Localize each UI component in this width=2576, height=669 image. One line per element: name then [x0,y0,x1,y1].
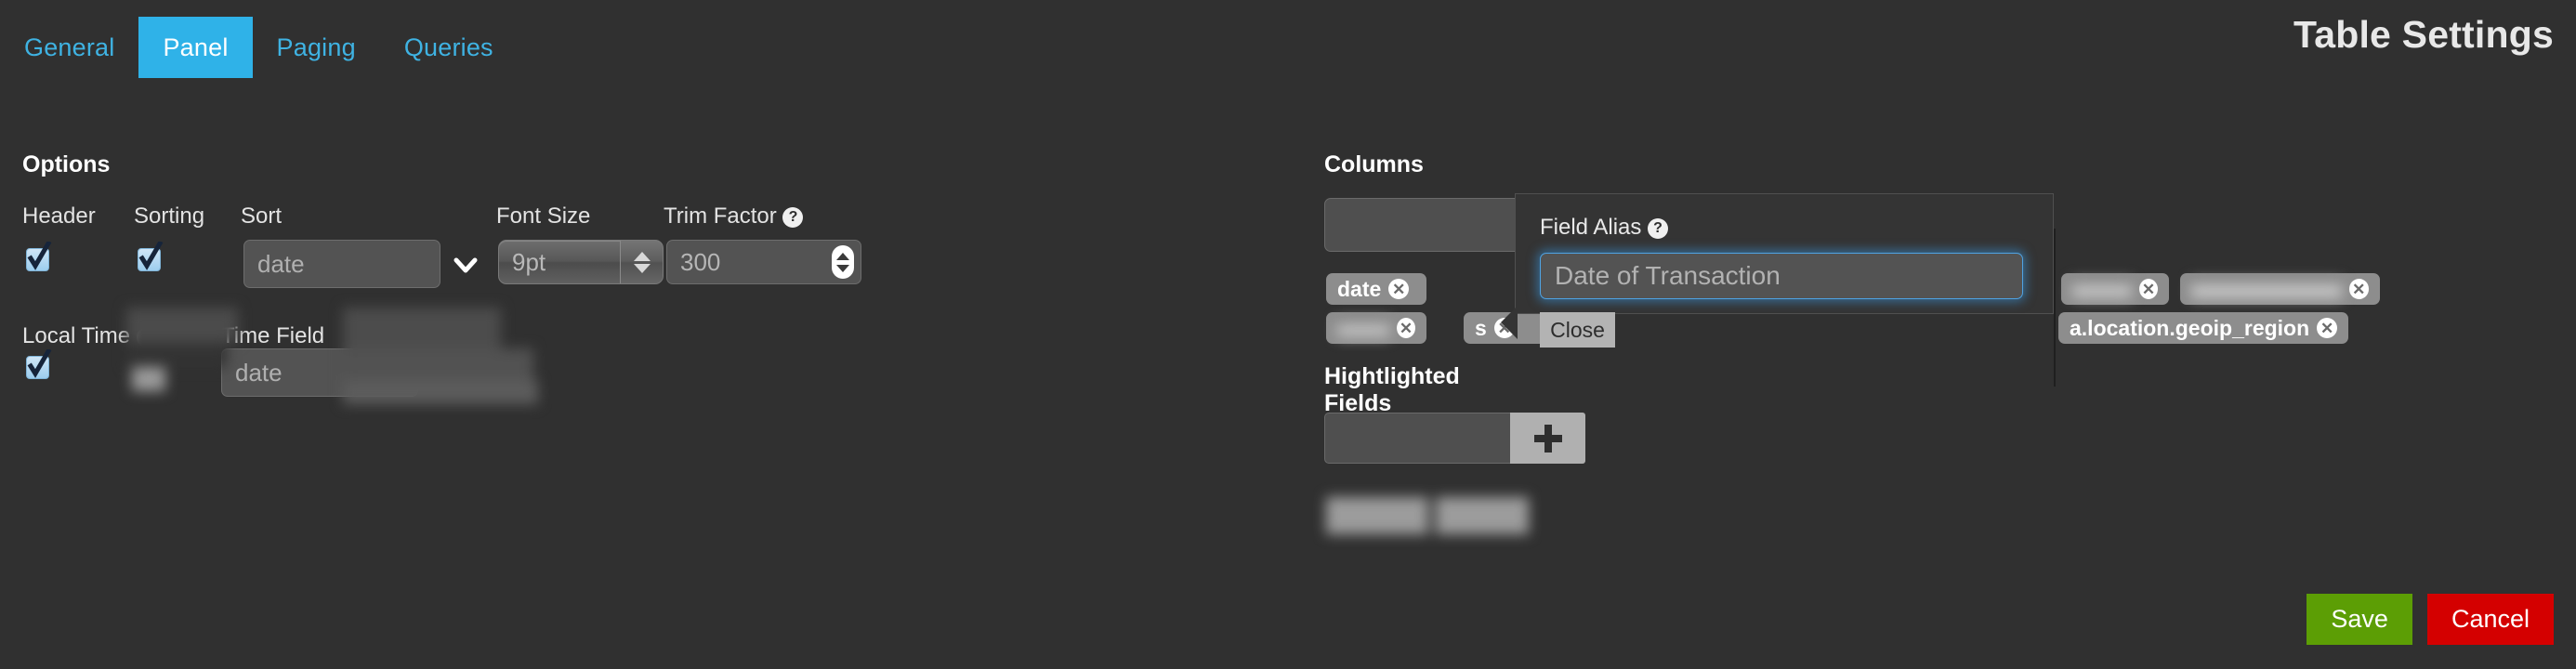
header-checkbox[interactable] [26,242,52,271]
page-title: Table Settings [2293,13,2554,56]
cancel-button[interactable]: Cancel [2426,594,2554,645]
spinner-up-icon [633,251,651,261]
field-alias-input-value: Date of Transaction [1555,261,1781,290]
remove-tag-icon[interactable]: ✕ [1388,279,1410,299]
sorting-label: Sorting [134,203,205,229]
redacted-label [1337,318,1390,338]
settings-tabs: General Panel Paging Queries [0,17,518,78]
tab-panel-label: Panel [163,33,229,61]
options-section: Options Header Sorting Sort Font Size Tr… [22,151,861,404]
column-tag-geoip-region[interactable]: a.location.geoip_region ✕ [2058,312,2349,344]
dialog-footer: Save Cancel [2307,594,2554,645]
sort-label: Sort [241,203,283,229]
options-section-title: Options [22,151,111,177]
tab-general[interactable]: General [0,17,138,78]
trim-factor-input[interactable]: 300 [666,240,861,284]
column-tag-redacted[interactable]: ✕ [2061,273,2169,305]
highlighted-fields-input[interactable] [1324,413,1510,464]
column-tag-date[interactable]: date ✕ [1326,273,1426,305]
redacted-block [343,308,543,412]
check-glyph [27,349,52,378]
trim-factor-label: Trim Factor ? [664,203,804,230]
popup-arrow [1501,306,1518,339]
check-glyph [138,242,164,270]
field-alias-input[interactable]: Date of Transaction [1540,253,2023,299]
field-alias-help-icon[interactable]: ? [1648,218,1669,239]
column-tag-redacted[interactable]: ✕ [2180,273,2380,305]
font-size-select[interactable]: 9pt [498,240,664,284]
trim-factor-spinner[interactable] [832,245,854,279]
check-glyph [27,242,52,270]
chevron-down-icon[interactable] [452,251,480,279]
sort-select[interactable]: date [243,240,440,288]
close-button[interactable]: Close [1540,312,1615,348]
spinner-up-icon [836,252,849,260]
highlighted-tag-redacted[interactable] [1326,497,1535,534]
column-tag-label: a.location.geoip_region [2070,315,2310,340]
redacted-block [115,308,245,397]
spinner-down-icon [836,264,849,272]
remove-tag-icon[interactable]: ✕ [2138,279,2158,299]
trim-factor-value: 300 [680,247,721,276]
remove-tag-icon[interactable]: ✕ [2348,279,2369,299]
spinner-down-icon [633,263,651,273]
font-size-label: Font Size [496,203,591,229]
highlighted-fields-add-row [1324,413,1585,464]
columns-section-title: Columns [1324,151,1424,177]
sort-select-value: date [257,249,305,278]
font-size-spinner[interactable] [620,241,663,283]
local-time-label-text: Local Time [22,323,131,348]
tab-queries[interactable]: Queries [380,17,518,78]
columns-section: Columns date ✕ ✕ s ✕ ✕ ✕ a.location.geoi… [1324,151,2380,534]
tab-queries-label: Queries [403,33,493,61]
highlighted-fields-title: Hightlighted Fields [1324,363,1460,416]
header-label: Header [22,203,96,229]
column-tag-redacted[interactable]: ✕ [1326,312,1426,344]
column-tag-label: date [1337,276,1382,301]
tab-paging-label: Paging [276,33,356,61]
plus-icon [1533,424,1562,453]
save-button[interactable]: Save [2307,594,2412,645]
table-settings-dialog: General Panel Paging Queries Table Setti… [0,0,2576,669]
redacted-label [2191,279,2342,299]
redacted-label [2072,279,2132,299]
add-highlighted-field-button[interactable] [1510,413,1585,464]
remove-tag-icon[interactable]: ✕ [2317,318,2338,338]
tab-panel[interactable]: Panel [138,17,253,78]
field-alias-label-text: Field Alias [1540,215,1642,240]
remove-tag-icon[interactable]: ✕ [1397,318,1415,338]
tab-general-label: General [24,33,115,61]
column-tag-label: s [1475,315,1487,340]
field-alias-label: Field Alias ? [1540,215,2029,241]
local-time-checkbox[interactable] [26,349,52,379]
sorting-checkbox[interactable] [138,242,164,271]
trim-factor-help-icon[interactable]: ? [782,207,804,228]
trim-factor-label-text: Trim Factor [664,203,777,229]
tab-paging[interactable]: Paging [253,17,380,78]
font-size-value: 9pt [512,247,546,276]
column-divider [2054,229,2056,387]
field-alias-popup: Field Alias ? Date of Transaction Close [1501,193,2054,348]
